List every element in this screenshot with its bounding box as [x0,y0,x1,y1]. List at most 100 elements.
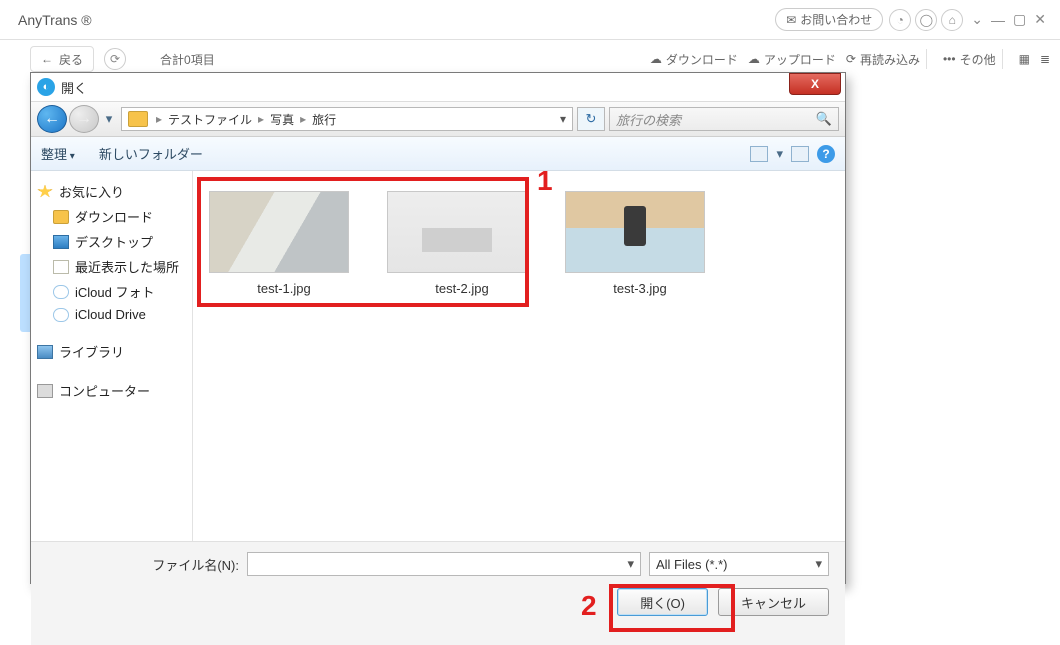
app-title: AnyTrans ® [18,12,92,28]
cloud-up-icon: ☁ [748,52,760,66]
app-icon: ◐ [37,78,55,96]
view-list-icon[interactable]: ≣ [1040,52,1050,66]
crumb-mid[interactable]: 写真 [266,111,298,128]
file-open-dialog: ◐ 開く X ▾ ▸ テストファイル ▸ 写真 ▸ 旅行 ▾ ↻ 旅行の検索 🔍… [30,72,846,584]
cloud-icon [53,308,69,322]
preview-pane-button[interactable] [791,146,809,162]
view-mode-button[interactable] [750,146,768,162]
tree-downloads[interactable]: ダウンロード [37,204,190,229]
tree-downloads-label: ダウンロード [75,207,153,226]
dialog-close-button[interactable]: X [789,73,841,95]
nav-history-dropdown[interactable]: ▾ [101,105,117,133]
upload-label: アップロード [764,51,836,68]
reload-label: 再読み込み [860,51,920,68]
arrow-left-icon [41,52,53,66]
dialog-navbar: ▾ ▸ テストファイル ▸ 写真 ▸ 旅行 ▾ ↻ 旅行の検索 🔍 [31,101,845,137]
dialog-toolbar: 整理 新しいフォルダー ▾ ? [31,137,845,171]
crumb-leaf[interactable]: 旅行 [308,111,340,128]
item-count: 合計0項目 [160,51,215,68]
annotation-box-1 [197,177,529,307]
user-icon[interactable]: ◯ [915,9,937,31]
window-maximize-icon[interactable]: ▢ [1009,11,1030,28]
upload-button[interactable]: ☁ アップロード [748,51,836,68]
contact-label: お問い合わせ [800,11,872,28]
file-item[interactable]: test-3.jpg [565,191,715,296]
address-dropdown-icon[interactable]: ▾ [554,112,572,126]
refresh-icon[interactable]: ⟳ [104,48,126,70]
contact-button[interactable]: ✉ お問い合わせ [775,8,883,31]
separator [1002,49,1003,69]
tree-favorites-label: お気に入り [59,182,124,201]
thumbnail-image [565,191,705,273]
filename-label: ファイル名(N): [47,555,247,574]
reload-button[interactable]: ⟳ 再読み込み [846,51,920,68]
organize-menu[interactable]: 整理 [41,144,75,163]
tree-icloud-drive[interactable]: iCloud Drive [37,304,190,325]
folder-icon [128,111,148,127]
dropdown-icon[interactable]: ⌄ [967,11,987,28]
separator [926,49,927,69]
desktop-icon [53,235,69,249]
nav-tree: お気に入り ダウンロード デスクトップ 最近表示した場所 iCloud フォト … [31,171,193,541]
new-folder-button[interactable]: 新しいフォルダー [99,144,203,163]
cloud-icon [53,285,69,299]
download-label: ダウンロード [666,51,738,68]
tree-desktop[interactable]: デスクトップ [37,229,190,254]
tree-desktop-label: デスクトップ [75,232,153,251]
shirt-icon[interactable]: ⌂ [941,9,963,31]
window-close-icon[interactable]: ✕ [1030,11,1050,28]
filename-dropdown-icon[interactable]: ▾ [627,556,634,572]
search-input[interactable]: 旅行の検索 🔍 [609,107,839,131]
dialog-body: お気に入り ダウンロード デスクトップ 最近表示した場所 iCloud フォト … [31,171,845,541]
view-grid-icon[interactable]: ▦ [1019,52,1030,66]
filename-input[interactable]: ▾ [247,552,641,576]
crumb-root[interactable]: テストファイル [164,111,256,128]
cloud-down-icon: ☁ [650,52,662,66]
file-pane[interactable]: test-1.jpg test-2.jpg test-3.jpg 1 [193,171,845,541]
combo-dropdown-icon[interactable]: ▾ [815,556,822,572]
address-refresh-button[interactable]: ↻ [577,107,605,131]
recent-icon [53,260,69,274]
back-button[interactable]: 戻る [30,46,94,72]
dialog-titlebar: ◐ 開く X [31,73,845,101]
cancel-button-label: キャンセル [741,593,806,612]
library-icon [37,345,53,359]
file-type-value: All Files (*.*) [656,557,728,572]
tree-favorites[interactable]: お気に入り [37,179,190,204]
view-mode-dropdown[interactable]: ▾ [776,146,783,162]
other-label: その他 [960,51,996,68]
address-bar[interactable]: ▸ テストファイル ▸ 写真 ▸ 旅行 ▾ [121,107,573,131]
help-icon[interactable]: ? [817,145,835,163]
tree-library-label: ライブラリ [59,342,124,361]
annotation-box-2 [609,584,735,632]
tree-computer-label: コンピューター [59,381,150,400]
dialog-title: 開く [61,78,87,97]
reload-icon: ⟳ [846,52,856,66]
dialog-footer: ファイル名(N): ▾ All Files (*.*) ▾ 開く(O) キャンセ… [31,541,845,645]
bell-icon[interactable]: ◔ [889,9,911,31]
search-icon: 🔍 [816,111,832,127]
window-minimize-icon[interactable]: — [987,12,1009,28]
crumb-sep: ▸ [298,112,308,126]
search-placeholder: 旅行の検索 [616,110,681,129]
file-type-combo[interactable]: All Files (*.*) ▾ [649,552,829,576]
folder-icon [53,210,69,224]
tree-icloud-photo[interactable]: iCloud フォト [37,279,190,304]
annotation-number-2: 2 [581,590,597,622]
download-button[interactable]: ☁ ダウンロード [650,51,738,68]
crumb-sep: ▸ [154,112,164,126]
star-icon [37,185,53,199]
other-button[interactable]: ••• その他 [943,51,996,68]
tree-icloud-photo-label: iCloud フォト [75,282,154,301]
computer-icon [37,384,53,398]
back-label: 戻る [59,51,83,68]
tree-recent[interactable]: 最近表示した場所 [37,254,190,279]
mail-icon: ✉ [786,13,796,27]
tree-computer[interactable]: コンピューター [37,378,190,403]
tree-library[interactable]: ライブラリ [37,339,190,364]
tree-recent-label: 最近表示した場所 [75,257,179,276]
nav-forward-button[interactable] [69,105,99,133]
nav-back-button[interactable] [37,105,67,133]
tree-icloud-drive-label: iCloud Drive [75,307,146,322]
app-titlebar: AnyTrans ® ✉ お問い合わせ ◔ ◯ ⌂ ⌄ — ▢ ✕ [0,0,1060,40]
